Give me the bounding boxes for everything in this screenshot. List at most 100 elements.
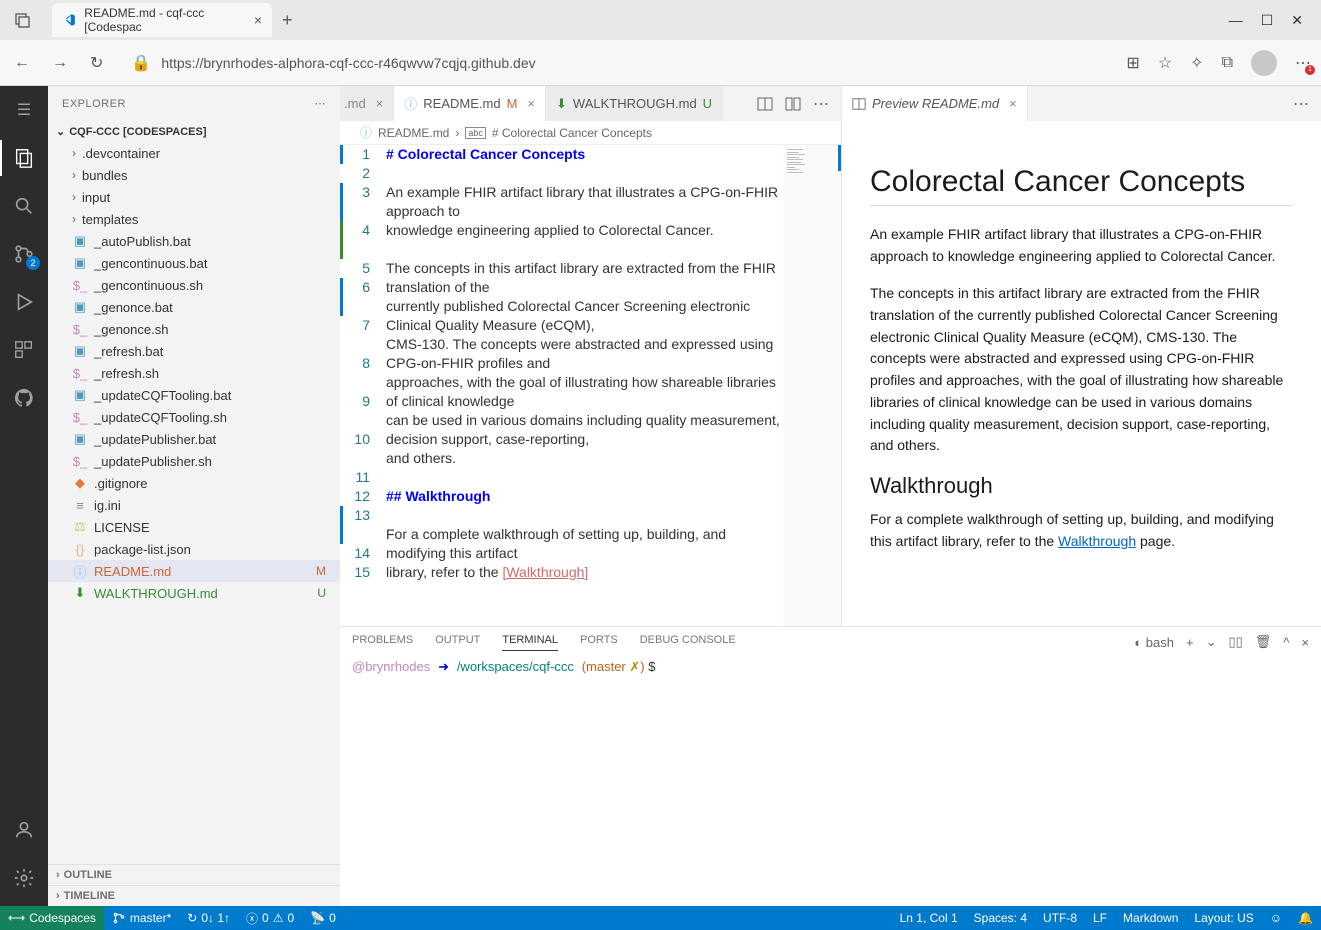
- close-panel-icon[interactable]: ×: [1301, 635, 1309, 650]
- file-_updateCQFTooling.bat[interactable]: ▣_updateCQFTooling.bat: [48, 384, 340, 406]
- address-bar[interactable]: 🔒 https://brynrhodes-alphora-cqf-ccc-r46…: [121, 47, 1112, 79]
- file-package-list.json[interactable]: {}package-list.json: [48, 538, 340, 560]
- file-_updatePublisher.bat[interactable]: ▣_updatePublisher.bat: [48, 428, 340, 450]
- problems-indicator[interactable]: ⓧ 0 ⚠ 0: [238, 910, 302, 927]
- layout-indicator[interactable]: Layout: US: [1186, 911, 1261, 925]
- file-.gitignore[interactable]: ◆.gitignore: [48, 472, 340, 494]
- walkthrough-link[interactable]: Walkthrough: [1058, 533, 1136, 549]
- branch-indicator[interactable]: master*: [104, 911, 179, 925]
- split-terminal-icon[interactable]: ▯▯: [1228, 634, 1242, 650]
- folder-input[interactable]: ›input: [48, 186, 340, 208]
- close-preview-icon[interactable]: ×: [1009, 96, 1017, 111]
- file-_refresh.sh[interactable]: $__refresh.sh: [48, 362, 340, 384]
- file-_updateCQFTooling.sh[interactable]: $__updateCQFTooling.sh: [48, 406, 340, 428]
- preview-pane-wrap: Colorectal Cancer Concepts An example FH…: [841, 145, 1321, 626]
- source-control-icon[interactable]: 2: [10, 240, 38, 268]
- folder-root[interactable]: ⌄ CQF-CCC [CODESPACES]: [48, 121, 340, 142]
- browser-chrome: README.md - cqf-ccc [Codespac × + — ☐ ✕ …: [0, 0, 1321, 86]
- more-button[interactable]: ⋯1: [1295, 53, 1311, 73]
- file-LICENSE[interactable]: ⚖LICENSE: [48, 516, 340, 538]
- explorer-icon[interactable]: [10, 144, 38, 172]
- folder-templates[interactable]: ›templates: [48, 208, 340, 230]
- explorer-more-icon[interactable]: ⋯: [315, 97, 327, 110]
- back-button[interactable]: ←: [10, 50, 34, 76]
- cursor-position[interactable]: Ln 1, Col 1: [892, 911, 966, 925]
- split-editor-icon[interactable]: [785, 96, 801, 112]
- file-_updatePublisher.sh[interactable]: $__updatePublisher.sh: [48, 450, 340, 472]
- github-icon[interactable]: [10, 384, 38, 412]
- file-icon: ⓘ: [360, 124, 372, 141]
- new-tab-button[interactable]: +: [272, 10, 303, 31]
- reading-list-icon[interactable]: ✧: [1190, 53, 1203, 73]
- editor-tab-overflow[interactable]: .md×: [340, 86, 394, 121]
- close-tab-icon[interactable]: ×: [527, 96, 535, 111]
- file-ig.ini[interactable]: ≡ig.ini: [48, 494, 340, 516]
- favorites-icon[interactable]: ☆: [1158, 53, 1172, 73]
- remote-indicator[interactable]: ⟷ Codespaces: [0, 906, 104, 930]
- scm-badge: 2: [26, 256, 40, 270]
- folder-.devcontainer[interactable]: ›.devcontainer: [48, 142, 340, 164]
- tab-actions-icon[interactable]: [0, 12, 46, 28]
- account-icon[interactable]: [10, 816, 38, 844]
- file-_gencontinuous.sh[interactable]: $__gencontinuous.sh: [48, 274, 340, 296]
- minimize-icon[interactable]: —: [1229, 12, 1243, 29]
- file-_refresh.bat[interactable]: ▣_refresh.bat: [48, 340, 340, 362]
- new-terminal-icon[interactable]: +: [1186, 635, 1194, 650]
- settings-gear-icon[interactable]: [10, 864, 38, 892]
- file-_genonce.bat[interactable]: ▣_genonce.bat: [48, 296, 340, 318]
- folder-bundles[interactable]: ›bundles: [48, 164, 340, 186]
- ports-indicator[interactable]: 📡 0: [302, 911, 344, 925]
- panel-tab-output[interactable]: OUTPUT: [435, 634, 480, 650]
- timeline-section[interactable]: ›TIMELINE: [48, 885, 340, 906]
- extensions-icon[interactable]: ⊞: [1126, 53, 1139, 73]
- feedback-icon[interactable]: ☺: [1262, 911, 1290, 925]
- tab-close-icon[interactable]: ×: [254, 12, 262, 28]
- editor-tab-walkthrough[interactable]: ⬇ WALKTHROUGH.md U: [546, 86, 723, 121]
- language-mode[interactable]: Markdown: [1115, 911, 1186, 925]
- search-icon[interactable]: [10, 192, 38, 220]
- maximize-panel-icon[interactable]: ^: [1283, 635, 1289, 650]
- extensions-activity-icon[interactable]: [10, 336, 38, 364]
- breadcrumb[interactable]: ⓘ README.md › abc # Colorectal Cancer Co…: [340, 121, 841, 145]
- minimap[interactable]: ▬▬▬▬▬▬▬▬▬▬▬▬▬▬▬▬▬▬▬▬▬▬▬▬▬▬▬▬▬▬▬▬▬▬▬▬▬▬▬▬…: [783, 145, 841, 626]
- eol[interactable]: LF: [1085, 911, 1115, 925]
- editor-tabs: .md× ⓘ README.md M × ⬇ WALKTHROUGH.md U: [340, 86, 841, 121]
- indentation[interactable]: Spaces: 4: [966, 911, 1035, 925]
- sync-indicator[interactable]: ↻ 0↓ 1↑: [179, 911, 238, 925]
- refresh-button[interactable]: ↻: [86, 49, 107, 77]
- preview-h2: Walkthrough: [870, 473, 1293, 499]
- file-_genonce.sh[interactable]: $__genonce.sh: [48, 318, 340, 340]
- panel-tab-problems[interactable]: PROBLEMS: [352, 634, 413, 650]
- encoding[interactable]: UTF-8: [1035, 911, 1085, 925]
- debug-icon[interactable]: [10, 288, 38, 316]
- terminal[interactable]: @brynrhodes ➜ /workspaces/cqf-ccc (maste…: [340, 657, 1321, 906]
- preview-more-icon[interactable]: ⋯: [1293, 94, 1309, 114]
- maximize-icon[interactable]: ☐: [1261, 12, 1274, 29]
- editor-tab-readme[interactable]: ⓘ README.md M ×: [394, 86, 546, 121]
- panel-tab-terminal[interactable]: TERMINAL: [502, 634, 558, 651]
- open-preview-icon[interactable]: [757, 96, 773, 112]
- outline-section[interactable]: ›OUTLINE: [48, 864, 340, 885]
- panel-tab-ports[interactable]: PORTS: [580, 634, 618, 650]
- file-_autoPublish.bat[interactable]: ▣_autoPublish.bat: [48, 230, 340, 252]
- terminal-chevron-icon[interactable]: ⌄: [1206, 634, 1217, 650]
- panel-tab-debug[interactable]: DEBUG CONSOLE: [640, 634, 736, 650]
- file-_gencontinuous.bat[interactable]: ▣_gencontinuous.bat: [48, 252, 340, 274]
- shell-indicator[interactable]: ◐ bash: [1134, 635, 1174, 650]
- markdown-preview: Colorectal Cancer Concepts An example FH…: [842, 145, 1321, 626]
- close-icon[interactable]: ✕: [1291, 12, 1303, 29]
- tab-more-icon[interactable]: ⋯: [813, 94, 829, 114]
- preview-tab[interactable]: Preview README.md ×: [842, 86, 1028, 121]
- file-README.md[interactable]: ⓘREADME.mdM: [48, 560, 340, 582]
- forward-button[interactable]: →: [48, 50, 72, 76]
- remote-icon: ⟷: [8, 911, 25, 925]
- preview-h1: Colorectal Cancer Concepts: [870, 165, 1293, 206]
- collections-icon[interactable]: ⧉: [1222, 54, 1233, 72]
- menu-icon[interactable]: ☰: [10, 96, 38, 124]
- trash-icon[interactable]: 🗑: [1255, 634, 1272, 650]
- browser-tab[interactable]: README.md - cqf-ccc [Codespac ×: [52, 3, 272, 37]
- file-WALKTHROUGH.md[interactable]: ⬇WALKTHROUGH.mdU: [48, 582, 340, 604]
- notifications-icon[interactable]: 🔔: [1290, 911, 1321, 925]
- profile-avatar[interactable]: [1251, 50, 1277, 76]
- code-editor[interactable]: 123456789101112131415 # Colorectal Cance…: [340, 145, 841, 626]
